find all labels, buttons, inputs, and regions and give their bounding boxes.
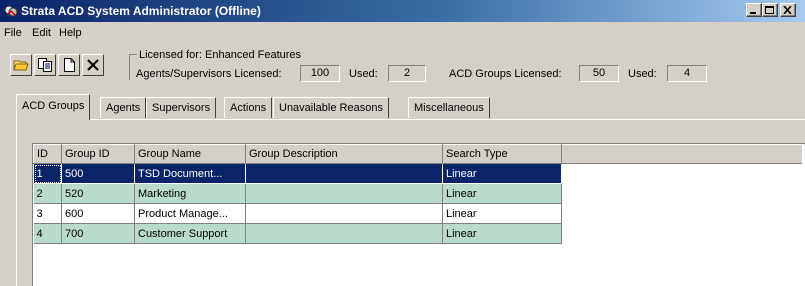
new-document-icon xyxy=(64,58,75,72)
copy-button[interactable] xyxy=(34,54,56,76)
column-header-search-type[interactable]: Search Type xyxy=(442,144,562,164)
cell-id: 3 xyxy=(33,203,62,224)
table-row[interactable]: 4 700 Customer Support Linear xyxy=(33,223,802,244)
new-button[interactable] xyxy=(58,54,80,76)
cell-search-type: Linear xyxy=(442,163,562,184)
menu-edit[interactable]: Edit xyxy=(28,26,55,40)
column-header-group-description[interactable]: Group Description xyxy=(245,144,443,164)
tab-strip: ACD Groups Agents Supervisors Actions Un… xyxy=(16,94,796,120)
tab-miscellaneous[interactable]: Miscellaneous xyxy=(408,97,490,118)
maximize-icon xyxy=(765,6,774,14)
column-header-id[interactable]: ID xyxy=(33,144,62,164)
groups-used-value: 4 xyxy=(667,65,707,82)
table-row[interactable]: 3 600 Product Manage... Linear xyxy=(33,203,802,224)
agents-used-label: Used: xyxy=(349,68,378,80)
cell-group-name: Product Manage... xyxy=(134,203,246,224)
cell-group-name: Marketing xyxy=(134,183,246,204)
open-button[interactable] xyxy=(10,54,32,76)
copy-icon xyxy=(38,58,52,72)
cell-group-description xyxy=(245,223,443,244)
cell-search-type: Linear xyxy=(442,223,562,244)
acd-groups-grid[interactable]: ID Group ID Group Name Group Description… xyxy=(32,143,805,286)
license-group: Licensed for: Enhanced Features Agents/S… xyxy=(129,49,729,82)
column-header-group-name[interactable]: Group Name xyxy=(134,144,246,164)
menu-bar: File Edit Help xyxy=(0,23,805,43)
delete-button[interactable] xyxy=(82,54,104,76)
table-row[interactable]: 1 500 TSD Document... Linear xyxy=(33,163,802,184)
agents-used-value: 2 xyxy=(388,65,426,82)
license-group-border xyxy=(129,54,130,80)
cell-group-id: 600 xyxy=(61,203,135,224)
delete-icon xyxy=(87,59,99,71)
groups-licensed-value: 50 xyxy=(579,65,619,82)
tab-acd-groups[interactable]: ACD Groups xyxy=(16,94,91,120)
license-title: Licensed for: Enhanced Features xyxy=(139,49,304,61)
title-bar: Strata ACD System Administrator (Offline… xyxy=(0,0,805,22)
maximize-button[interactable] xyxy=(762,3,778,17)
cell-group-description xyxy=(245,163,443,184)
tab-agents[interactable]: Agents xyxy=(100,97,147,118)
groups-used-label: Used: xyxy=(628,68,657,80)
app-icon xyxy=(4,4,18,18)
groups-licensed-label: ACD Groups Licensed: xyxy=(449,68,562,80)
menu-help[interactable]: Help xyxy=(55,26,86,40)
menu-file[interactable]: File xyxy=(0,26,26,40)
column-header-filler xyxy=(561,144,802,164)
minimize-icon xyxy=(750,12,756,14)
cell-group-id: 500 xyxy=(61,163,135,184)
tab-unavailable-reasons[interactable]: Unavailable Reasons xyxy=(273,97,389,118)
minimize-button[interactable] xyxy=(746,3,762,17)
table-row[interactable]: 2 520 Marketing Linear xyxy=(33,183,802,204)
grid-header-row: ID Group ID Group Name Group Description… xyxy=(33,144,802,164)
cell-group-id: 700 xyxy=(61,223,135,244)
cell-search-type: Linear xyxy=(442,183,562,204)
cell-group-id: 520 xyxy=(61,183,135,204)
tab-supervisors[interactable]: Supervisors xyxy=(146,97,217,118)
close-button[interactable] xyxy=(780,3,796,17)
agents-licensed-value: 100 xyxy=(300,65,340,82)
agents-licensed-label: Agents/Supervisors Licensed: xyxy=(136,68,282,80)
column-header-group-id[interactable]: Group ID xyxy=(61,144,135,164)
cell-id: 2 xyxy=(33,183,62,204)
cell-group-name: TSD Document... xyxy=(134,163,246,184)
license-group-border xyxy=(129,54,137,55)
cell-group-description xyxy=(245,183,443,204)
tab-actions[interactable]: Actions xyxy=(224,97,273,118)
cell-id: 4 xyxy=(33,223,62,244)
close-icon xyxy=(783,6,792,14)
cell-group-name: Customer Support xyxy=(134,223,246,244)
cell-search-type: Linear xyxy=(442,203,562,224)
window-title: Strata ACD System Administrator (Offline… xyxy=(21,4,261,18)
cell-group-description xyxy=(245,203,443,224)
open-folder-icon xyxy=(13,60,29,71)
cell-id: 1 xyxy=(33,163,62,184)
